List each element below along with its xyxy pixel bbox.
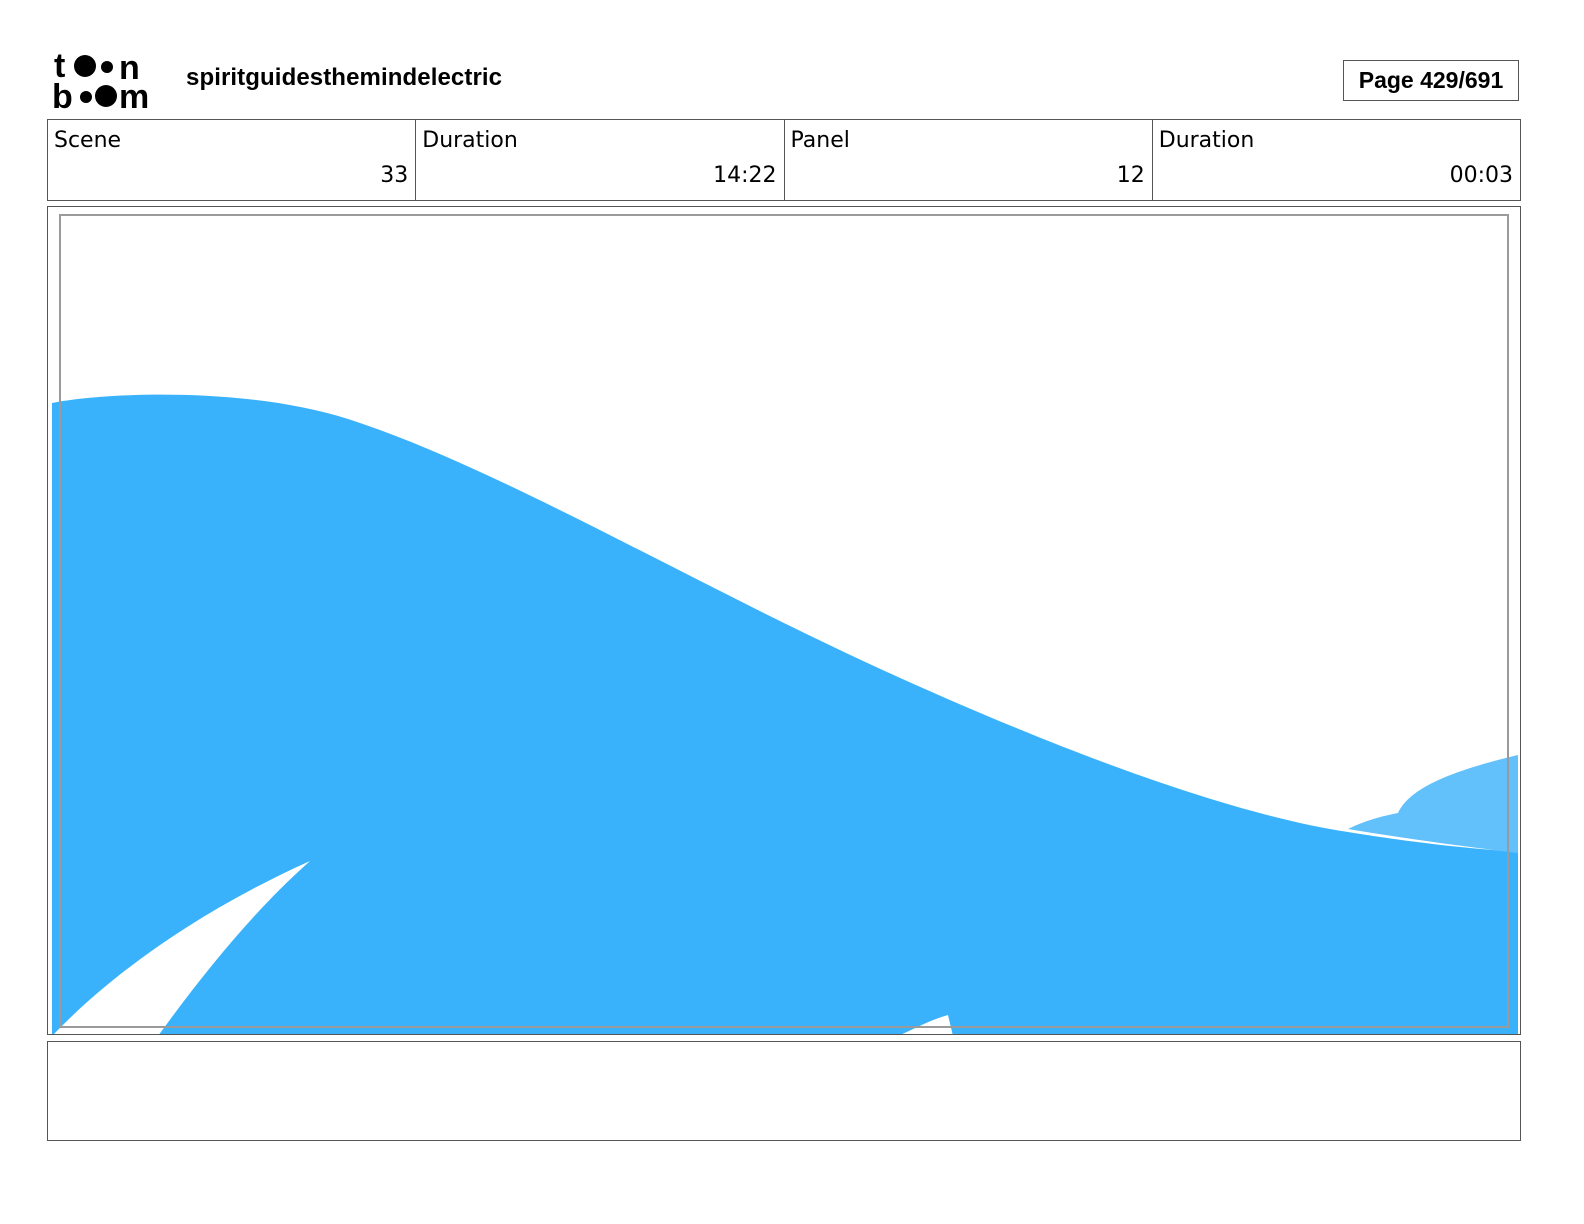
scene-duration-value: 14:22 [713, 163, 777, 188]
panel-notes-box [47, 1041, 1521, 1141]
svg-text:b: b [52, 78, 73, 112]
scene-label: Scene [54, 128, 122, 153]
storyboard-panel [47, 206, 1521, 1035]
panel-value: 12 [1116, 163, 1145, 188]
panel-duration-value: 00:03 [1449, 163, 1513, 188]
panel-cell: Panel 12 [785, 120, 1153, 200]
scene-value: 33 [380, 163, 409, 188]
panel-artwork [52, 214, 1518, 1034]
page-label: Page 429/691 [1358, 67, 1504, 93]
project-title: spiritguidesthemindelectric [186, 64, 503, 91]
scene-cell: Scene 33 [48, 120, 417, 200]
svg-text:m: m [119, 78, 149, 112]
panel-duration-cell: Duration 00:03 [1153, 120, 1520, 200]
scene-duration-label: Duration [422, 128, 518, 153]
page-indicator: Page 429/691 [1343, 60, 1519, 101]
scene-duration-cell: Duration 14:22 [416, 120, 785, 200]
panel-duration-label: Duration [1158, 128, 1255, 153]
blue-wave-shape [52, 394, 1518, 1034]
toon-boom-logo: t n b m [52, 47, 164, 116]
scene-info-table: Scene 33 Duration 14:22 Panel 12 Duratio… [47, 119, 1521, 201]
panel-label: Panel [790, 128, 850, 153]
